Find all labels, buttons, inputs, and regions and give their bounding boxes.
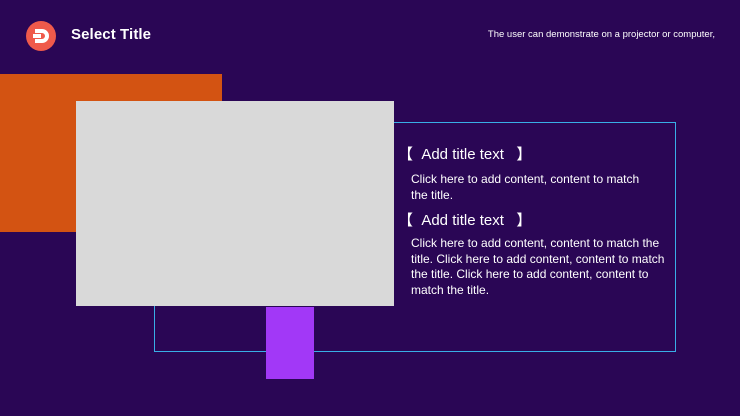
slide: Select Title The user can demonstrate on… — [0, 0, 740, 416]
page-title: Select Title — [71, 26, 152, 43]
purple-decor-block — [266, 307, 314, 379]
image-placeholder[interactable] — [76, 101, 394, 306]
item-title[interactable]: 【 Add title text 】 — [398, 143, 531, 164]
item-body[interactable]: Click here to add content, content to ma… — [411, 172, 656, 203]
brand-logo-icon — [26, 21, 56, 51]
header-caption: The user can demonstrate on a projector … — [487, 29, 715, 40]
item-body[interactable]: Click here to add content, content to ma… — [411, 236, 671, 298]
logo-d-glyph — [33, 29, 49, 43]
item-title[interactable]: 【 Add title text 】 — [398, 209, 531, 230]
